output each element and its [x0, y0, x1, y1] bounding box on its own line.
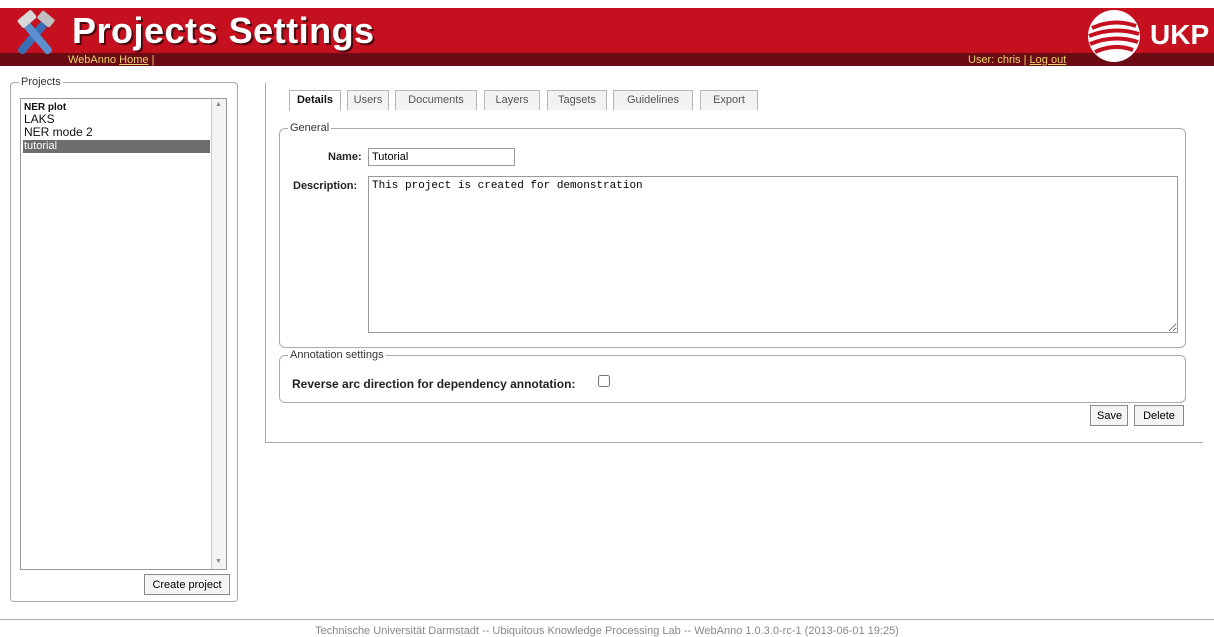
tab-layers[interactable]: Layers	[484, 90, 540, 110]
projects-panel: Projects NER plot LAKS NER mode 2 tutori…	[10, 76, 238, 602]
projects-list[interactable]: NER plot LAKS NER mode 2 tutorial ▲ ▼	[20, 98, 227, 570]
project-item-selected[interactable]: tutorial	[23, 140, 210, 153]
project-item[interactable]: NER mode 2	[23, 126, 210, 139]
user-info: User: chris | Log out	[968, 54, 1066, 66]
nav-separator: |	[151, 54, 155, 66]
home-link[interactable]: Home	[119, 54, 148, 66]
create-project-button[interactable]: Create project	[144, 574, 230, 595]
brand-name: UKP	[1150, 19, 1210, 50]
delete-button[interactable]: Delete	[1134, 405, 1184, 426]
page-title: Projects Settings	[72, 10, 375, 51]
header-nav: WebAnno Home |	[68, 54, 154, 66]
logout-link[interactable]: Log out	[1030, 54, 1067, 66]
scroll-down-icon[interactable]: ▼	[215, 558, 222, 565]
user-separator: |	[1023, 54, 1027, 66]
general-section: General Name: Description: This project …	[279, 122, 1186, 348]
description-label: Description:	[293, 180, 358, 192]
tab-documents[interactable]: Documents	[395, 90, 477, 110]
description-field[interactable]: This project is created for demonstratio…	[368, 176, 1178, 333]
list-scrollbar[interactable]: ▲ ▼	[211, 99, 226, 569]
user-label: User: chris	[968, 54, 1021, 66]
scroll-up-icon[interactable]: ▲	[215, 101, 222, 108]
name-label: Name:	[328, 151, 362, 163]
general-legend: General	[288, 122, 332, 134]
tab-tagsets[interactable]: Tagsets	[547, 90, 607, 110]
tab-users[interactable]: Users	[347, 90, 389, 110]
tab-details[interactable]: Details	[289, 90, 341, 111]
tools-icon	[17, 10, 55, 55]
annotation-settings-section: Annotation settings Reverse arc directio…	[279, 349, 1186, 403]
name-field[interactable]	[368, 148, 515, 166]
reverse-arc-label: Reverse arc direction for dependency ann…	[292, 377, 576, 391]
tab-guidelines[interactable]: Guidelines	[613, 90, 693, 110]
save-button[interactable]: Save	[1090, 405, 1128, 426]
tab-export[interactable]: Export	[700, 90, 758, 110]
footer-divider	[0, 619, 1214, 620]
annotation-settings-legend: Annotation settings	[288, 349, 386, 361]
projects-legend: Projects	[19, 76, 63, 88]
reverse-arc-checkbox[interactable]	[598, 375, 610, 387]
app-name: WebAnno	[68, 54, 117, 66]
footer-text: Technische Universität Darmstadt -- Ubiq…	[315, 625, 899, 637]
app-header: Projects Settings WebAnno Home | User: c…	[0, 0, 1214, 67]
globe-icon	[1088, 10, 1140, 62]
